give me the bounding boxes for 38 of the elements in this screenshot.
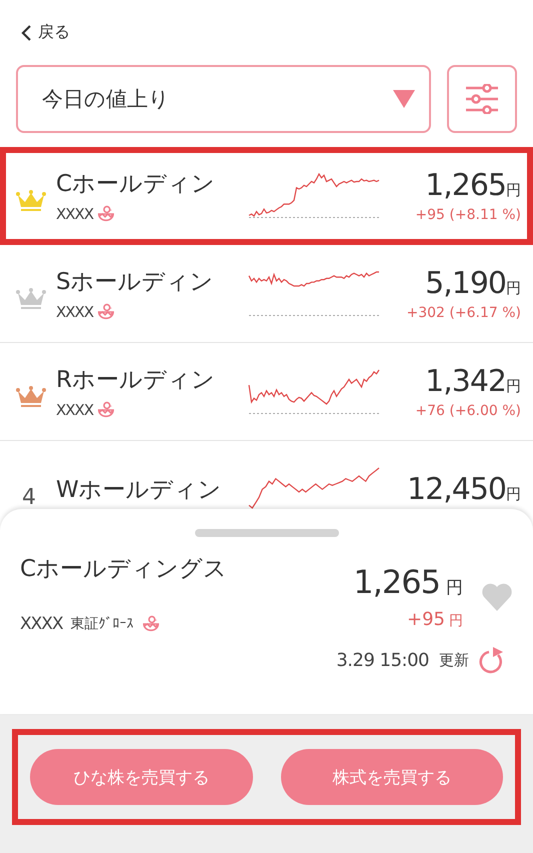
favorite-button[interactable] (481, 582, 513, 612)
stock-name: Cホールディン (56, 170, 216, 199)
chick-egg-icon (142, 615, 160, 633)
chevron-left-icon (20, 24, 32, 40)
back-button[interactable]: 戻る (16, 18, 74, 47)
drag-handle[interactable] (194, 529, 338, 537)
filter-settings-button[interactable] (447, 65, 517, 133)
stock-name: Wホールディン (56, 476, 223, 505)
price-change: +302 (+6.17 %) (406, 305, 521, 321)
refresh-button[interactable] (479, 646, 505, 674)
heart-icon (481, 582, 513, 612)
update-time: 3.29 15:00 (336, 650, 429, 670)
stock-code: XXXX (20, 614, 63, 634)
stock-price: 12,450円 (407, 472, 521, 507)
update-label: 更新 (439, 650, 469, 670)
stock-price: 5,190円 (425, 266, 521, 301)
market-label: 東証ｸﾞﾛｰｽ (70, 615, 134, 633)
stock-name: Rホールディン (56, 366, 216, 395)
chick-egg-icon (97, 205, 116, 223)
stock-price: 1,342 円 (425, 364, 521, 399)
stock-name: Sホールディン (56, 268, 215, 297)
rank-number: 4 (21, 485, 36, 509)
stock-row[interactable]: Cホールディン XXXX 1,265円 +95 (+8.11 %) (0, 147, 533, 245)
chick-egg-icon (97, 401, 116, 419)
stock-code: XXXX (56, 401, 94, 419)
stock-name: Cホールディングス (20, 555, 228, 584)
ranking-dropdown[interactable]: 今日の値上り (16, 65, 431, 133)
stock-price: 1,265円 (425, 168, 521, 203)
stock-code: XXXX (56, 205, 94, 223)
stock-code: XXXX (56, 303, 94, 321)
price-change: +95 (+8.11 %) (415, 207, 521, 223)
stock-price: 1,265 円 (353, 563, 463, 601)
chick-egg-icon (97, 303, 116, 321)
caret-down-icon (393, 90, 415, 108)
sliders-icon (465, 84, 499, 114)
refresh-icon (479, 646, 505, 674)
price-change: +76 (+6.00 %) (415, 403, 521, 419)
price-change: +95 円 (407, 609, 463, 630)
